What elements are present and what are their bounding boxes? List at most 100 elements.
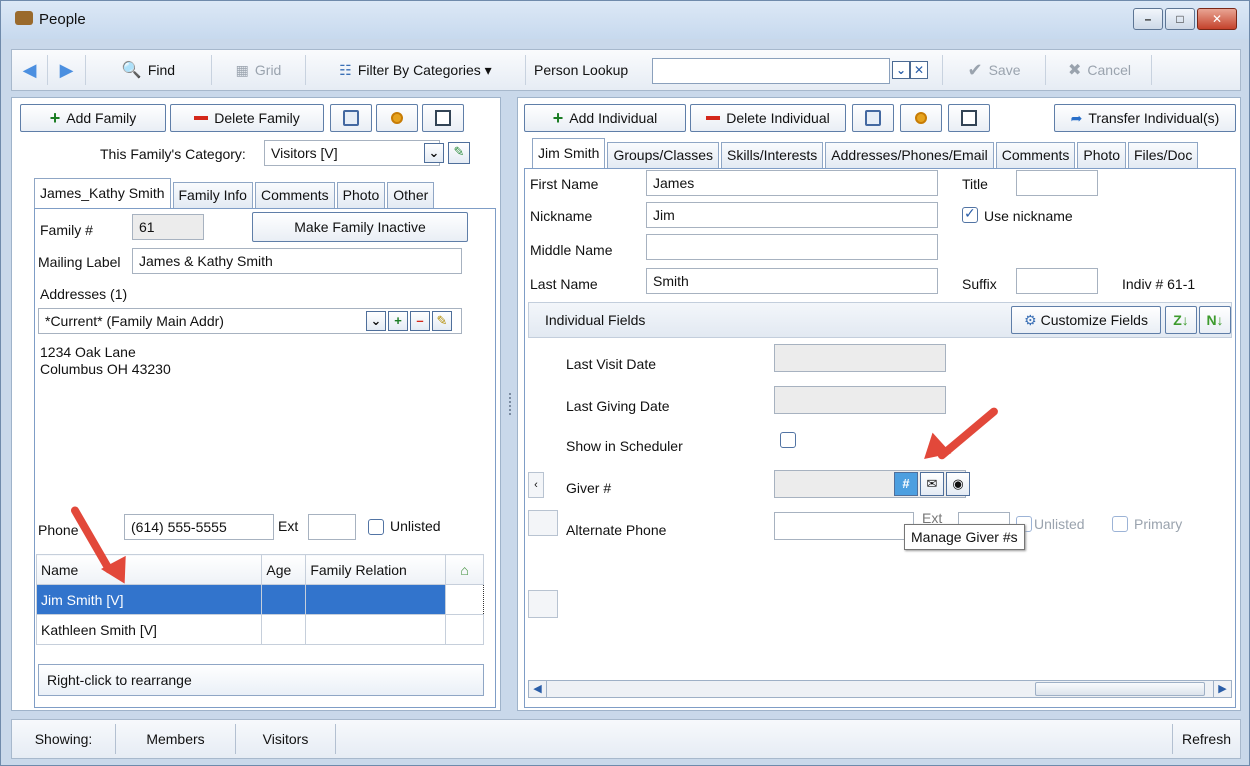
indiv-number: Indiv # 61-1 <box>1122 276 1196 292</box>
member-home-cell[interactable] <box>445 584 484 615</box>
tab-family-info[interactable]: Family Info <box>172 182 253 208</box>
minimize-button[interactable]: – <box>1133 8 1163 30</box>
tab-comments[interactable]: Comments <box>995 142 1076 168</box>
refresh-button[interactable]: Refresh <box>1172 724 1240 754</box>
filter-label: Filter By Categories ▾ <box>357 61 492 78</box>
add-family-button[interactable]: + Add Family <box>20 104 166 132</box>
map-family-button[interactable] <box>376 104 418 132</box>
scroll-thumb[interactable] <box>1035 682 1205 696</box>
tab-skills-interests[interactable]: Skills/Interests <box>721 142 824 168</box>
badge-icon[interactable]: ◉ <box>946 472 970 496</box>
tab-photo[interactable]: Photo <box>1077 142 1126 168</box>
members-filter-button[interactable]: Members <box>116 724 236 754</box>
person-lookup-input[interactable] <box>652 58 890 84</box>
scheduler-checkbox[interactable] <box>780 432 796 448</box>
grid-button[interactable]: ▦ Grid <box>212 55 306 85</box>
map-individual-button[interactable] <box>900 104 942 132</box>
add-individual-button[interactable]: + Add Individual <box>524 104 686 132</box>
extra-side-control[interactable] <box>528 590 558 618</box>
address-add-icon[interactable]: + <box>388 311 408 331</box>
phone-field[interactable]: (614) 555-5555 <box>124 514 274 540</box>
member-name: Kathleen Smith [V] <box>35 614 263 645</box>
title-field[interactable] <box>1016 170 1098 196</box>
forward-button[interactable]: ▶ <box>48 55 86 85</box>
ext-field[interactable] <box>308 514 356 540</box>
giver-number-label: Giver # <box>566 480 612 496</box>
maximize-button[interactable]: □ <box>1165 8 1195 30</box>
table-row[interactable]: Jim Smith [V] <box>35 584 484 615</box>
table-row[interactable]: Kathleen Smith [V] <box>35 614 484 645</box>
mailing-label-field[interactable]: James & Kathy Smith <box>132 248 462 274</box>
member-home-cell[interactable] <box>445 614 484 645</box>
category-edit-icon[interactable]: ✎ <box>448 142 470 164</box>
alt-phone-side-control[interactable] <box>528 510 558 536</box>
col-family-relation[interactable]: Family Relation <box>305 554 447 585</box>
tab-addresses-phones-email[interactable]: Addresses/Phones/Email <box>825 142 994 168</box>
tab-individual-name[interactable]: Jim Smith <box>532 138 606 168</box>
horizontal-scrollbar[interactable]: ◀ ▶ <box>528 680 1232 698</box>
delete-individual-button[interactable]: Delete Individual <box>690 104 846 132</box>
address-edit-icon[interactable]: ✎ <box>432 311 452 331</box>
close-button[interactable]: ✕ <box>1197 8 1237 30</box>
member-relation <box>305 584 447 615</box>
find-button[interactable]: 🔍 Find <box>86 55 212 85</box>
person-lookup-label: Person Lookup <box>534 62 629 78</box>
collapsed-left-control[interactable]: ‹ <box>528 472 544 498</box>
last-name-field[interactable]: Smith <box>646 268 938 294</box>
make-family-inactive-button[interactable]: Make Family Inactive <box>252 212 468 242</box>
save-button[interactable]: ✔ Save <box>942 55 1046 85</box>
scheduler-label: Show in Scheduler <box>566 438 683 454</box>
tab-other[interactable]: Other <box>387 182 435 208</box>
alt-phone-field[interactable] <box>774 512 914 540</box>
sort-az-icon[interactable]: Z↓ <box>1165 306 1197 334</box>
copy-individual-button[interactable] <box>948 104 990 132</box>
copy-family-button[interactable] <box>422 104 464 132</box>
lookup-dropdown-icon[interactable]: ⌄ <box>892 61 910 79</box>
add-individual-label: Add Individual <box>569 110 658 126</box>
envelope-icon[interactable]: ✉ <box>920 472 944 496</box>
category-dropdown-icon[interactable]: ⌄ <box>424 143 444 163</box>
col-age[interactable]: Age <box>261 554 307 585</box>
grid-icon: ▦ <box>235 61 249 78</box>
panel-splitter[interactable] <box>505 97 515 711</box>
lookup-clear-icon[interactable]: ✕ <box>910 61 928 79</box>
transfer-individuals-button[interactable]: ➦ Transfer Individual(s) <box>1054 104 1236 132</box>
scroll-right-icon[interactable]: ▶ <box>1213 681 1231 697</box>
ext-label: Ext <box>278 518 299 534</box>
scroll-left-icon[interactable]: ◀ <box>529 681 547 697</box>
tab-comments[interactable]: Comments <box>254 182 335 208</box>
col-name[interactable]: Name <box>35 554 263 585</box>
address-remove-icon[interactable]: – <box>410 311 430 331</box>
tab-photo[interactable]: Photo <box>336 182 386 208</box>
delete-family-button[interactable]: Delete Family <box>170 104 324 132</box>
filter-categories-button[interactable]: ☷ Filter By Categories ▾ <box>306 55 526 85</box>
family-category-label: This Family's Category: <box>100 146 246 162</box>
use-nickname-checkbox[interactable] <box>962 205 978 223</box>
unlisted-checkbox[interactable] <box>368 519 384 535</box>
first-name-field[interactable]: James <box>646 170 938 196</box>
print-family-button[interactable] <box>330 104 372 132</box>
visitors-filter-button[interactable]: Visitors <box>236 724 336 754</box>
customize-icon: ⚙ <box>1024 311 1037 328</box>
tab-family-name[interactable]: James_Kathy Smith <box>34 178 171 208</box>
main-toolbar: ◀ ▶ 🔍 Find ▦ Grid ☷ Filter By Categories ▾ … <box>11 49 1241 91</box>
sort-na-icon[interactable]: N↓ <box>1199 306 1231 334</box>
cancel-button[interactable]: ✖ Cancel <box>1048 55 1152 85</box>
back-button[interactable]: ◀ <box>12 55 48 85</box>
home-icon[interactable]: ⌂ <box>445 554 484 585</box>
print-individual-button[interactable] <box>852 104 894 132</box>
suffix-field[interactable] <box>1016 268 1098 294</box>
primary-checkbox[interactable] <box>1112 516 1128 532</box>
map-pin-icon <box>915 112 927 124</box>
copy-icon <box>435 110 451 126</box>
tab-groups-classes[interactable]: Groups/Classes <box>607 142 720 168</box>
nickname-field[interactable]: Jim <box>646 202 938 228</box>
customize-fields-button[interactable]: ⚙ Customize Fields <box>1011 306 1161 334</box>
tab-files-docs[interactable]: Files/Doc <box>1128 142 1199 168</box>
family-category-select[interactable]: Visitors [V] <box>264 140 440 166</box>
address-dropdown-icon[interactable]: ⌄ <box>366 311 386 331</box>
alt-unlisted-label: Unlisted <box>1034 516 1085 532</box>
middle-name-field[interactable] <box>646 234 938 260</box>
manage-giver-icon[interactable]: # <box>894 472 918 496</box>
minus-icon <box>194 116 209 120</box>
